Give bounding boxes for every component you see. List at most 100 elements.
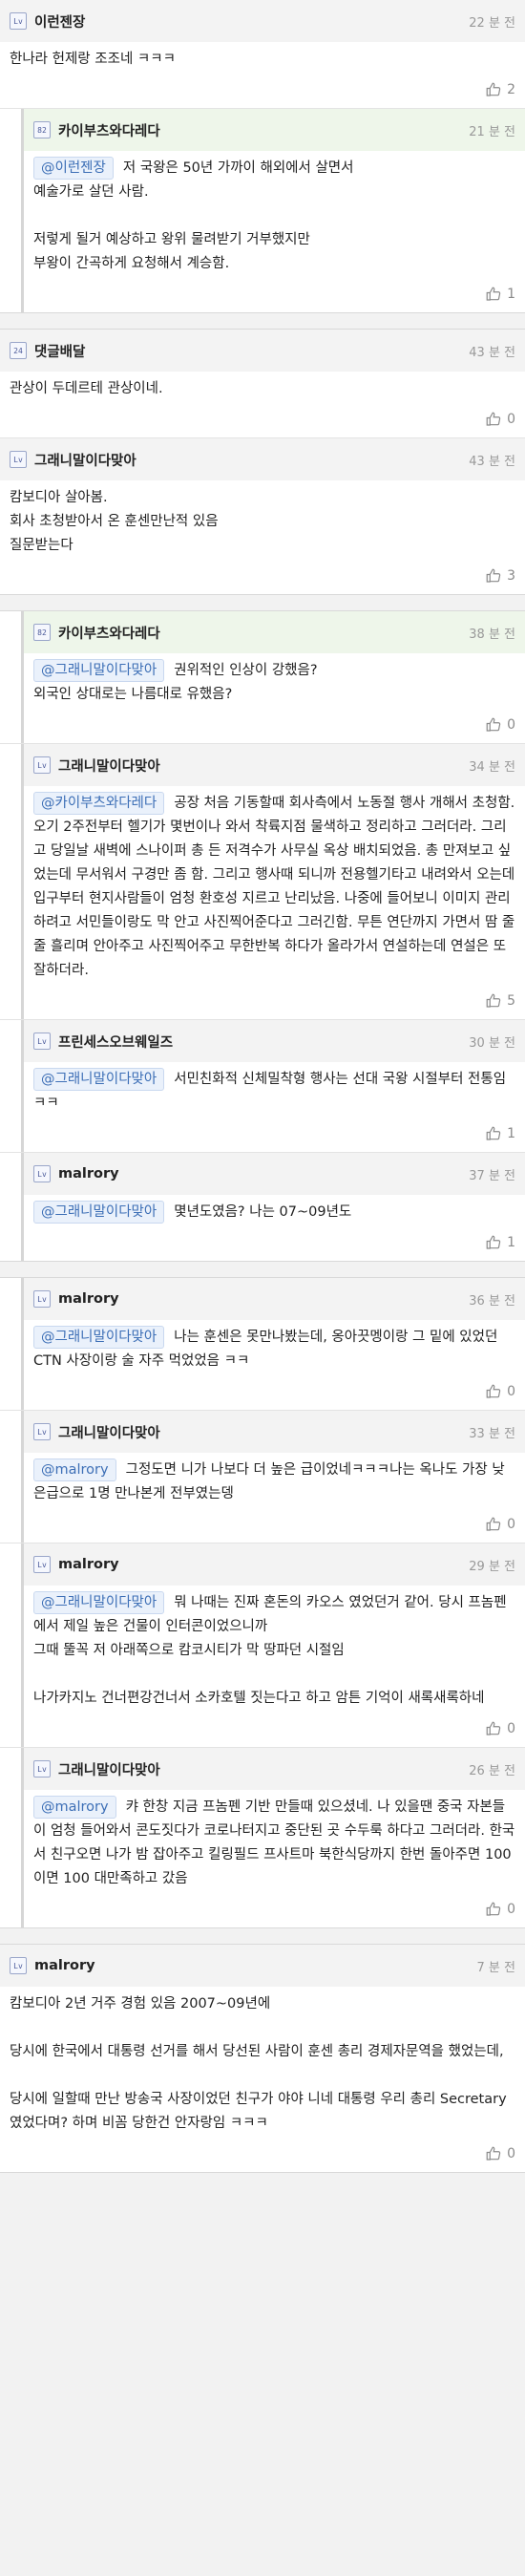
level-badge-icon: 82	[33, 121, 51, 138]
like-button[interactable]: 3	[485, 567, 515, 585]
reply-comment: Lv malrory 36 분 전 @그래니말이다맞아 나는 훈센은 못만나봤는데, 옹…	[21, 1278, 525, 1410]
author-nickname[interactable]: 그래니말이다맞아	[58, 756, 160, 776]
like-button[interactable]: 0	[485, 411, 515, 428]
comment-actions: 1	[33, 1116, 515, 1152]
comment: Lv malrory 7 분 전 캄보디아 2년 거주 경험 있음 2007~09년에…	[0, 1945, 525, 2172]
reply-comment: Lv malrory 29 분 전 @그래니말이다맞아 뭐 나때는 진짜 혼돈의 카오스…	[21, 1543, 525, 1747]
level-badge-icon: Lv	[33, 1423, 51, 1440]
comment-header: Lv malrory 37 분 전	[24, 1153, 525, 1195]
comment-time: 29 분 전	[469, 1559, 515, 1574]
level-badge-icon: Lv	[33, 1290, 51, 1308]
comment-body: 캄보디아 살아봄. 회사 초청받아서 온 훈센만난적 있음 질문받는다	[10, 480, 515, 558]
comment-header: Lv 이런젠장 22 분 전	[0, 0, 525, 42]
like-button[interactable]: 0	[485, 716, 515, 734]
like-count: 0	[507, 1902, 515, 1917]
like-button[interactable]: 2	[485, 81, 515, 98]
mention-link[interactable]: @그래니말이다맞아	[33, 1326, 165, 1349]
author-nickname[interactable]: 프린세스오브웨일즈	[58, 1032, 173, 1052]
like-button[interactable]: 5	[485, 992, 515, 1010]
reply-comment: Lv 프린세스오브웨일즈 30 분 전 @그래니말이다맞아 서민친화적 신체밀착형 행사…	[21, 1020, 525, 1152]
thread-gap	[0, 313, 525, 330]
like-button[interactable]: 0	[485, 1901, 515, 1918]
author-nickname[interactable]: malrory	[58, 1166, 119, 1182]
comment-body: @카이부츠와다레다 공장 처음 기동할때 회사측에서 노동절 행사 개해서 초청함…	[33, 786, 515, 983]
thumbs-up-icon	[485, 1234, 507, 1251]
comment-text: 한나라 헌제랑 조조네 ㅋㅋㅋ	[10, 52, 176, 67]
like-count: 3	[507, 568, 515, 584]
mention-link[interactable]: @malrory	[33, 1796, 116, 1819]
comment-thread: Lv 이런젠장 22 분 전 한나라 헌제랑 조조네 ㅋㅋㅋ 2 82 카이부츠와다레다 21…	[0, 0, 525, 313]
like-count: 1	[507, 287, 515, 302]
comment-time: 34 분 전	[469, 759, 515, 775]
level-badge-icon: Lv	[33, 1033, 51, 1050]
comment-header: Lv 그래니말이다맞아 26 분 전	[24, 1748, 525, 1790]
like-button[interactable]: 1	[485, 1125, 515, 1142]
author-nickname[interactable]: 그래니말이다맞아	[34, 450, 136, 470]
comment-thread: 24 댓글배달 43 분 전 관상이 두데르테 관상이네. 0 Lv 그래니말이다맞아 43 …	[0, 330, 525, 595]
comment-body: @이런젠장 저 국왕은 50년 가까이 해외에서 살면서 예술가로 살던 사람. …	[33, 151, 515, 276]
thumbs-up-icon	[485, 411, 507, 428]
level-badge-icon: Lv	[33, 756, 51, 774]
like-button[interactable]: 1	[485, 286, 515, 303]
thumbs-up-icon	[485, 716, 507, 734]
thumbs-up-icon	[485, 1720, 507, 1737]
comment-time: 30 분 전	[469, 1035, 515, 1051]
author-nickname[interactable]: malrory	[58, 1291, 119, 1307]
comment-body: @그래니말이다맞아 나는 훈센은 못만나봤는데, 옹아끗멩이랑 그 밑에 있었던 …	[33, 1320, 515, 1373]
like-count: 0	[507, 1384, 515, 1399]
comment-time: 26 분 전	[469, 1763, 515, 1778]
mention-link[interactable]: @그래니말이다맞아	[33, 1591, 165, 1614]
like-button[interactable]: 0	[485, 2145, 515, 2162]
comment-thread: Lv malrory 36 분 전 @그래니말이다맞아 나는 훈센은 못만나봤는데, 옹…	[0, 1278, 525, 1928]
comment-time: 22 분 전	[469, 15, 515, 31]
comment-actions: 5	[33, 983, 515, 1019]
author-nickname[interactable]: malrory	[34, 1958, 95, 1973]
comment-time: 43 분 전	[469, 454, 515, 469]
like-button[interactable]: 1	[485, 1234, 515, 1251]
comment-thread: Lv malrory 7 분 전 캄보디아 2년 거주 경험 있음 2007~09년에…	[0, 1945, 525, 2173]
mention-link[interactable]: @그래니말이다맞아	[33, 659, 165, 682]
comment-header: Lv 그래니말이다맞아 43 분 전	[0, 438, 525, 480]
comment-body: @그래니말이다맞아 서민친화적 신체밀착형 행사는 선대 국왕 시절부터 전통임ㅋ…	[33, 1062, 515, 1116]
level-badge-icon: Lv	[10, 451, 27, 468]
author-nickname[interactable]: 카이부츠와다레다	[58, 623, 160, 643]
like-count: 0	[507, 1517, 515, 1532]
like-button[interactable]: 0	[485, 1516, 515, 1533]
like-count: 0	[507, 412, 515, 427]
level-badge-icon: 24	[10, 342, 27, 359]
mention-link[interactable]: @malrory	[33, 1458, 116, 1481]
mention-link[interactable]: @이런젠장	[33, 157, 114, 180]
comment-header: Lv 프린세스오브웨일즈 30 분 전	[24, 1020, 525, 1062]
mention-link[interactable]: @그래니말이다맞아	[33, 1068, 165, 1091]
comment-body: @malrory 그정도면 니가 나보다 더 높은 급이었네ㅋㅋㅋ나는 옥나도 가…	[33, 1453, 515, 1506]
author-nickname[interactable]: 그래니말이다맞아	[58, 1759, 160, 1779]
comment-body: @malrory 캬 한창 지금 프놈펜 기반 만들때 있으셨네. 나 있을땐 중…	[33, 1790, 515, 1891]
like-button[interactable]: 0	[485, 1383, 515, 1400]
comment-time: 37 분 전	[469, 1168, 515, 1183]
author-nickname[interactable]: malrory	[58, 1557, 119, 1572]
comment-time: 21 분 전	[469, 124, 515, 139]
comment-header: 82 카이부츠와다레다 21 분 전	[24, 109, 525, 151]
comment-actions: 0	[33, 1373, 515, 1410]
level-badge-icon: Lv	[33, 1556, 51, 1573]
comment: Lv 이런젠장 22 분 전 한나라 헌제랑 조조네 ㅋㅋㅋ 2	[0, 0, 525, 108]
comment: Lv 그래니말이다맞아 43 분 전캄보디아 살아봄. 회사 초청받아서 온 훈센만…	[0, 438, 525, 594]
comment-time: 43 분 전	[469, 345, 515, 360]
like-count: 0	[507, 1721, 515, 1736]
comment-actions: 0	[10, 401, 515, 437]
like-count: 2	[507, 82, 515, 97]
like-count: 1	[507, 1235, 515, 1250]
comment-body: 캄보디아 2년 거주 경험 있음 2007~09년에 당시에 한국에서 대통령 …	[10, 1987, 515, 2136]
mention-link[interactable]: @그래니말이다맞아	[33, 1201, 165, 1224]
like-button[interactable]: 0	[485, 1720, 515, 1737]
thumbs-up-icon	[485, 2145, 507, 2162]
author-nickname[interactable]: 이런젠장	[34, 11, 85, 32]
mention-link[interactable]: @카이부츠와다레다	[33, 792, 165, 815]
comment-body: 한나라 헌제랑 조조네 ㅋㅋㅋ	[10, 42, 515, 72]
comment-actions: 0	[33, 1506, 515, 1543]
author-nickname[interactable]: 그래니말이다맞아	[58, 1422, 160, 1442]
comment-actions: 3	[10, 558, 515, 594]
comment: 24 댓글배달 43 분 전 관상이 두데르테 관상이네. 0	[0, 330, 525, 437]
author-nickname[interactable]: 카이부츠와다레다	[58, 120, 160, 140]
author-nickname[interactable]: 댓글배달	[34, 341, 85, 361]
